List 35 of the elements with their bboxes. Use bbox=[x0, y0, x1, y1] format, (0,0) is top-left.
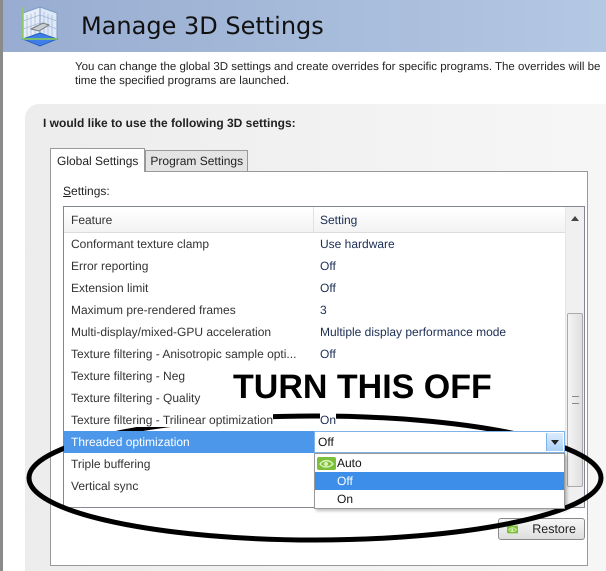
annotation-text: TURN THIS OFF bbox=[233, 370, 492, 404]
feature-text[interactable]: Conformant texture clamp bbox=[71, 237, 210, 251]
column-header[interactable]: Setting bbox=[314, 207, 566, 232]
feature-text[interactable]: Maximum pre-rendered frames bbox=[71, 303, 236, 317]
setting-text[interactable]: On bbox=[320, 413, 336, 427]
scrollbar[interactable] bbox=[565, 207, 584, 507]
settings-label: Settings: bbox=[63, 184, 110, 198]
dropdown-option[interactable]: Auto bbox=[315, 454, 564, 472]
feature-text[interactable]: Texture filtering - Neg bbox=[71, 369, 186, 383]
feature-text[interactable]: Texture filtering - Anisotropic sample opti... bbox=[71, 347, 296, 361]
setting-text[interactable]: Off bbox=[320, 281, 336, 295]
nvidia-eye-icon bbox=[317, 456, 336, 470]
nvidia-eye-icon bbox=[507, 522, 518, 536]
description-text: You can change the global 3D settings and create overrides for specific programs. The overrides will be time the specified programs are launched. bbox=[75, 60, 602, 88]
scroll-up-icon[interactable] bbox=[571, 216, 580, 221]
feature-text[interactable]: Vertical sync bbox=[71, 479, 138, 493]
dropdown-option[interactable]: On bbox=[315, 490, 564, 508]
page-title: Manage 3D Settings bbox=[81, 12, 324, 40]
feature-text[interactable]: Multi-display/mixed-GPU acceleration bbox=[71, 325, 272, 339]
setting-text[interactable]: 3 bbox=[320, 303, 327, 317]
setting-text[interactable]: Off bbox=[320, 259, 336, 273]
column-header[interactable]: Feature bbox=[64, 207, 314, 232]
feature-text[interactable]: Error reporting bbox=[71, 259, 148, 273]
feature-text[interactable]: Extension limit bbox=[71, 281, 148, 295]
tab[interactable]: Program Settings bbox=[145, 150, 248, 171]
setting-text[interactable]: Off bbox=[320, 347, 336, 361]
scrollbar-thumb[interactable] bbox=[567, 313, 583, 487]
tab[interactable]: Global Settings bbox=[50, 148, 146, 172]
restore-button[interactable]: Restore bbox=[498, 518, 585, 540]
feature-text[interactable]: Triple buffering bbox=[71, 457, 150, 471]
section-heading: I would like to use the following 3D settings: bbox=[43, 116, 297, 130]
setting-text[interactable]: Use hardware bbox=[320, 237, 395, 251]
feature-text[interactable]: Texture filtering - Quality bbox=[71, 391, 200, 405]
feature-text[interactable]: Texture filtering - Trilinear optimization bbox=[71, 413, 274, 427]
setting-text[interactable]: Multiple display performance mode bbox=[320, 325, 506, 339]
